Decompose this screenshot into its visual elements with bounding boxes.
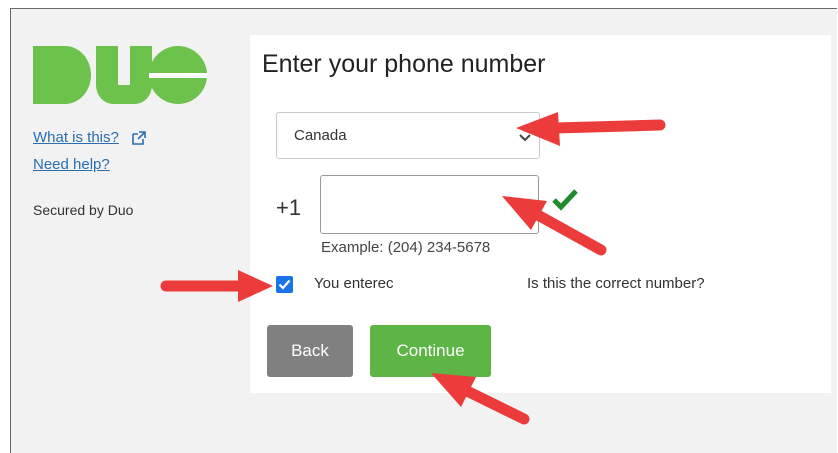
- chevron-down-icon[interactable]: [518, 130, 532, 148]
- country-select-value: Canada: [294, 127, 347, 144]
- what-is-this-link[interactable]: What is this?: [33, 129, 119, 146]
- secured-by-text: Secured by Duo: [33, 202, 134, 218]
- checkbox-check-icon: [278, 279, 291, 290]
- country-code: +1: [276, 195, 302, 220]
- phone-number-input[interactable]: [320, 175, 539, 234]
- external-link-icon[interactable]: [131, 130, 147, 151]
- confirm-text-end: Is this the correct number?: [527, 275, 705, 292]
- continue-button[interactable]: Continue: [370, 325, 491, 377]
- need-help-link[interactable]: Need help?: [33, 156, 110, 173]
- phone-example-hint: Example: (204) 234-5678: [321, 239, 491, 256]
- confirm-text-start: You enterec: [314, 275, 394, 292]
- page-title: Enter your phone number: [262, 50, 546, 78]
- duo-logo: [33, 46, 207, 109]
- checkmark-icon: [551, 188, 579, 217]
- back-button[interactable]: Back: [267, 325, 353, 377]
- confirm-number-checkbox[interactable]: [276, 276, 293, 293]
